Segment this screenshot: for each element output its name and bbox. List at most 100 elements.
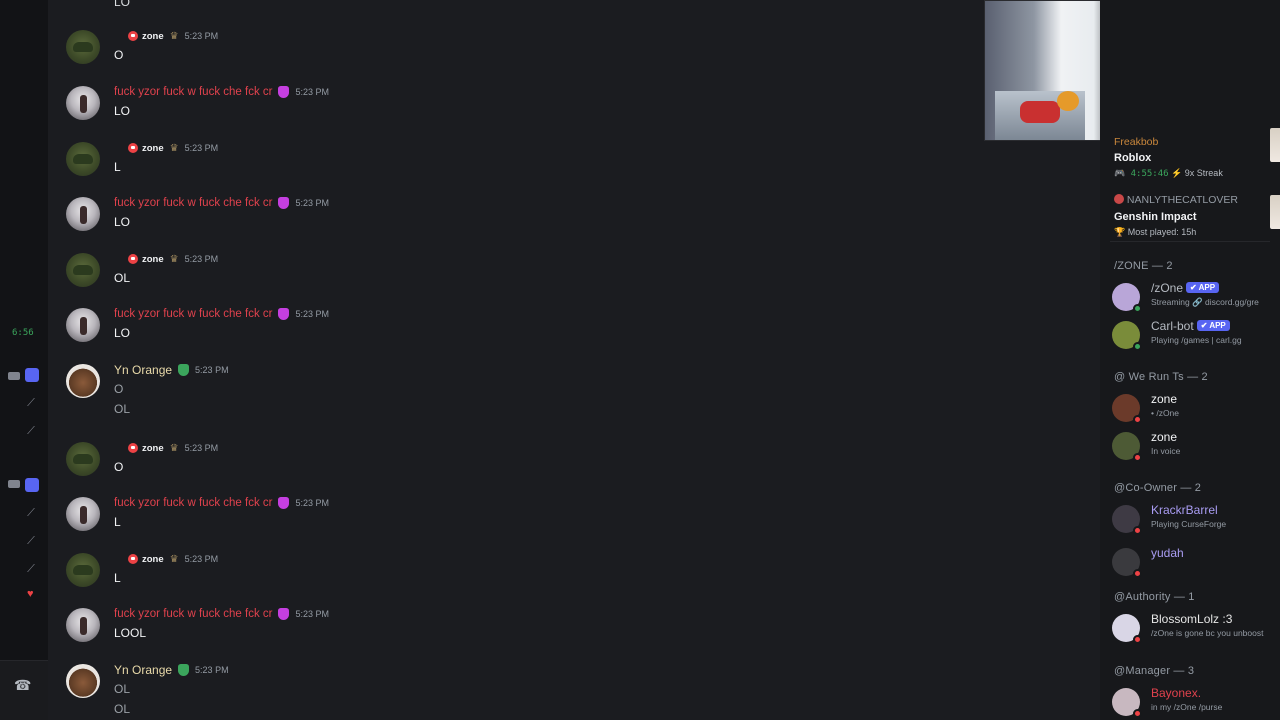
timestamp[interactable]: 5:23 PM (185, 443, 219, 453)
avatar[interactable] (66, 142, 100, 176)
shield-icon (278, 86, 290, 98)
camera-icon[interactable] (8, 372, 20, 380)
avatar[interactable] (66, 364, 100, 398)
webcam-object (1020, 101, 1060, 123)
message-text: LOOL (114, 626, 147, 640)
avatar[interactable] (66, 197, 100, 231)
screen-share-icon[interactable] (25, 368, 39, 382)
member-row[interactable]: KrackrBarrel Playing CurseForge (1112, 501, 1280, 535)
member-row[interactable]: Bayonex. in my /zOne /purse (1112, 684, 1280, 718)
chat-message[interactable]: fuck yzor fuck w fuck che fck cr 5:23 PM L… (66, 306, 966, 356)
message-header: fuck yzor fuck w fuck che fck cr 5:23 PM (114, 606, 329, 622)
timestamp[interactable]: 5:23 PM (185, 254, 219, 264)
timestamp[interactable]: 5:23 PM (295, 498, 329, 508)
author-name[interactable]: zone (142, 554, 164, 565)
activity-game-genshin: Genshin Impact (1114, 211, 1197, 223)
member-avatar[interactable] (1112, 321, 1142, 351)
message-body: fuck yzor fuck w fuck che fck cr 5:23 PM L… (114, 84, 329, 118)
activity-user-roblox[interactable]: Freakbob (1114, 136, 1158, 148)
author-name[interactable]: fuck yzor fuck w fuck che fck cr (114, 86, 272, 98)
activity-time: 4:55:46 (1130, 169, 1169, 179)
muted-mic-icon-2[interactable]: ⟋ (24, 506, 38, 520)
avatar[interactable] (66, 308, 100, 342)
timestamp[interactable]: 5:23 PM (295, 609, 329, 619)
avatar[interactable] (66, 497, 100, 531)
chat-message[interactable]: zone ♛ 5:23 PM O (66, 28, 966, 78)
avatar[interactable] (66, 30, 100, 64)
author-name[interactable]: Yn Orange (114, 363, 172, 377)
timestamp[interactable]: 5:23 PM (295, 309, 329, 319)
role-icon (128, 254, 138, 264)
member-row[interactable]: BlossomLolz :3/zOne is gone bc you unboo… (1112, 610, 1280, 644)
member-avatar[interactable] (1112, 614, 1142, 644)
muted-headset-icon[interactable]: ⟋ (24, 424, 38, 438)
member-name: Carl-bot ✔ APP (1151, 319, 1230, 333)
chat-message[interactable]: Yn Orange 5:23 PM OL OL (66, 662, 966, 716)
member-row[interactable]: zone • /zOne (1112, 390, 1280, 424)
disconnect-phone-icon[interactable]: ☎ (14, 677, 31, 694)
avatar[interactable] (66, 664, 100, 698)
chat-message[interactable]: fuck yzor fuck w fuck che fck cr 5:23 PM L (66, 495, 966, 545)
timestamp[interactable]: 5:23 PM (185, 143, 219, 153)
member-row[interactable]: yudah (1112, 544, 1280, 578)
status-dot (1133, 569, 1142, 578)
muted-mic-icon[interactable]: ⟋ (24, 396, 38, 410)
author-name[interactable]: zone (142, 443, 164, 454)
avatar[interactable] (66, 608, 100, 642)
author-name[interactable]: zone (142, 143, 164, 154)
member-name-text: BlossomLolz :3 (1151, 612, 1233, 626)
member-avatar[interactable] (1112, 548, 1142, 578)
chat-message[interactable]: fuck yzor fuck w fuck che fck cr 5:23 PM L… (66, 195, 966, 245)
author-name[interactable]: fuck yzor fuck w fuck che fck cr (114, 308, 272, 320)
crown-icon: ♛ (169, 253, 179, 265)
deafen-icon[interactable]: ⟋ (24, 562, 38, 576)
chat-message[interactable]: Yn Orange 5:23 PM O OL (66, 362, 966, 416)
member-avatar[interactable] (1112, 505, 1142, 535)
camera-icon-2[interactable] (8, 480, 20, 488)
member-avatar[interactable] (1112, 283, 1142, 313)
member-avatar[interactable] (1112, 688, 1142, 718)
chat-message[interactable]: fuck yzor fuck w fuck che fck cr 5:23 PM L… (66, 84, 966, 134)
chat-message[interactable]: zone ♛ 5:23 PM O (66, 440, 966, 490)
author-name[interactable]: Yn Orange (114, 663, 172, 677)
message-header: zone ♛ 5:23 PM (128, 251, 218, 267)
member-avatar[interactable] (1112, 432, 1142, 462)
member-row[interactable]: Carl-bot ✔ APP Playing /games | carl.gg (1112, 317, 1280, 351)
timestamp[interactable]: 5:23 PM (195, 365, 229, 375)
chat-message[interactable]: zone ♛ 5:23 PM L (66, 551, 966, 601)
timestamp[interactable]: 5:23 PM (185, 31, 219, 41)
role-icon (128, 554, 138, 564)
role-category: @Authority — 1 (1114, 591, 1195, 603)
timestamp[interactable]: 5:23 PM (195, 665, 229, 675)
timestamp[interactable]: 5:23 PM (185, 554, 219, 564)
author-name[interactable]: zone (142, 31, 164, 42)
member-row[interactable]: zone In voice (1112, 428, 1280, 462)
role-category: /ZONE — 2 (1114, 260, 1173, 272)
member-name-text: zone (1151, 430, 1178, 444)
avatar[interactable] (66, 253, 100, 287)
author-name[interactable]: fuck yzor fuck w fuck che fck cr (114, 197, 272, 209)
message-body: fuck yzor fuck w fuck che fck cr 5:23 PM L… (114, 195, 329, 229)
screen-share-icon-2[interactable] (25, 478, 39, 492)
timestamp[interactable]: 5:23 PM (295, 87, 329, 97)
chat-message[interactable]: fuck yzor fuck w fuck che fck cr 5:23 PM L… (66, 606, 966, 656)
message-header: Yn Orange 5:23 PM (114, 662, 229, 678)
muted-icon-3[interactable]: ⟋ (24, 534, 38, 548)
author-name[interactable]: zone (142, 254, 164, 265)
avatar[interactable] (66, 86, 100, 120)
member-row[interactable]: /zOne ✔ APP Streaming 🔗 discord.gg/gre (1112, 279, 1280, 313)
chat-message[interactable]: zone ♛ 5:23 PM OL (66, 251, 966, 301)
heart-icon: ♥ (27, 588, 34, 600)
chat-message[interactable]: zone ♛ 5:23 PM L (66, 140, 966, 190)
left-rail: 6:56 ⟋ ⟋ ⟋ ⟋ ⟋ ♥ ☎ (0, 0, 48, 720)
avatar[interactable] (66, 553, 100, 587)
member-name: zone (1151, 430, 1177, 444)
timestamp[interactable]: 5:23 PM (295, 198, 329, 208)
member-avatar[interactable] (1112, 394, 1142, 424)
author-name[interactable]: fuck yzor fuck w fuck che fck cr (114, 497, 272, 509)
author-name[interactable]: fuck yzor fuck w fuck che fck cr (114, 608, 272, 620)
avatar[interactable] (66, 442, 100, 476)
activity-user-genshin[interactable]: NANLYTHECATLOVER (1114, 194, 1238, 206)
member-name-text: Bayonex. (1151, 686, 1202, 700)
role-category: @Co-Owner — 2 (1114, 482, 1202, 494)
